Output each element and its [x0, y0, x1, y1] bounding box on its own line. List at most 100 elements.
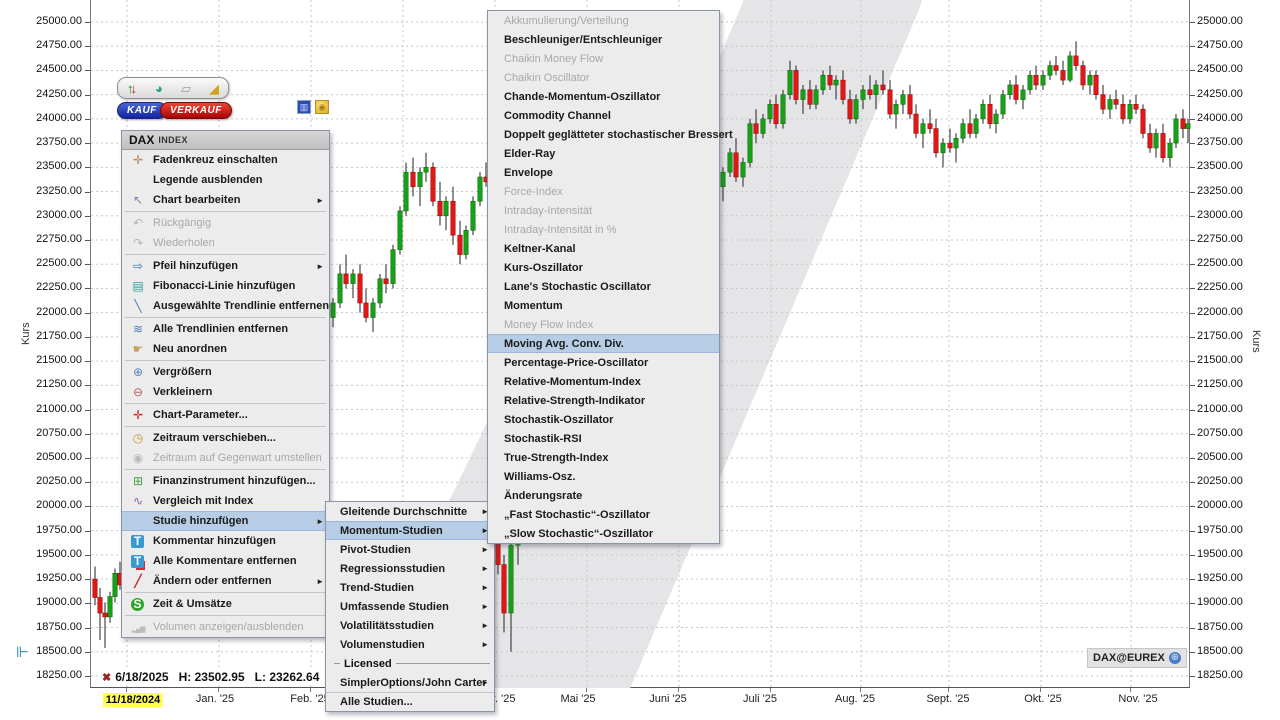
menu-item[interactable]: Kurs-Oszillator [488, 258, 719, 277]
y-tick-label: 23750.00 [2, 136, 82, 148]
menu-item[interactable]: Pfeil hinzufügen► [122, 256, 329, 276]
trendlines-remove-icon [127, 323, 149, 335]
x-axis-label: Sept. '25 [926, 693, 969, 705]
menu-item[interactable]: Stochastik-Oszillator [488, 410, 719, 429]
menu-item[interactable]: Percentage-Price-Oscillator [488, 353, 719, 372]
menu-item-label: True-Strength-Index [504, 452, 609, 464]
menu-item-label: Relative-Strength-Indikator [504, 395, 645, 407]
context-menu-subtitle: INDEX [158, 135, 188, 145]
y-tick-label: 22000.00 [2, 306, 82, 318]
menu-item[interactable]: Finanzinstrument hinzufügen... [122, 471, 329, 491]
y-tick-mark [1190, 676, 1195, 677]
menu-item[interactable]: Doppelt geglätteter stochastischer Bress… [488, 125, 719, 144]
menu-item[interactable]: Ausgewählte Trendlinie entfernen [122, 296, 329, 316]
menu-item[interactable]: Envelope [488, 163, 719, 182]
menu-item[interactable]: Momentum [488, 296, 719, 315]
menu-item[interactable]: Alle Kommentare entfernen [122, 551, 329, 571]
menu-item[interactable]: Chande-Momentum-Oszillator [488, 87, 719, 106]
menu-item[interactable]: Momentum-Studien► [326, 521, 494, 540]
chart-window: ✖6/18/2025H: 23502.95L: 23262.64 25000.0… [0, 0, 1280, 720]
y-tick-label: 23250.00 [2, 185, 82, 197]
x-axis-label: Mai '25 [560, 693, 595, 705]
menu-item[interactable]: Stochastik-RSI [488, 429, 719, 448]
menu-item[interactable]: Kommentar hinzufügen [122, 531, 329, 551]
menu-item-label: Keltner-Kanal [504, 243, 576, 255]
instrument-badge[interactable]: DAX@EUREX ⊕ [1087, 648, 1187, 668]
y-tick-label: 21250.00 [1197, 378, 1243, 390]
menu-item-label: Beschleuniger/Entschleuniger [504, 34, 662, 46]
menu-item[interactable]: Moving Avg. Conv. Div. [488, 334, 719, 353]
coin-icon[interactable]: ◉ [315, 100, 329, 114]
menu-item[interactable]: Relative-Strength-Indikator [488, 391, 719, 410]
menu-item[interactable]: Verkleinern [122, 382, 329, 402]
menu-item[interactable]: Zeitraum verschieben... [122, 428, 329, 448]
status-low: L: 23262.64 [255, 670, 320, 684]
close-icon[interactable]: ✖ [102, 672, 111, 684]
menu-item[interactable]: Volumenstudien► [326, 635, 494, 654]
menu-item[interactable]: Fibonacci-Linie hinzufügen [122, 276, 329, 296]
menu-item[interactable]: Rückgängig [122, 213, 329, 233]
y-tick-label: 25000.00 [1197, 15, 1243, 27]
y-tick-label: 22000.00 [1197, 306, 1243, 318]
menu-item[interactable]: Volumen anzeigen/ausblenden [122, 617, 329, 637]
menu-item[interactable]: Volatilitätsstudien► [326, 616, 494, 635]
menu-item[interactable]: Force-Index [488, 182, 719, 201]
menu-item[interactable]: Chart-Parameter... [122, 405, 329, 425]
menu-item[interactable]: Beschleuniger/Entschleuniger [488, 30, 719, 49]
y-tick-mark [85, 361, 90, 362]
menu-item[interactable]: Vergrößern [122, 362, 329, 382]
eraser-icon[interactable]: ▱ [181, 82, 191, 95]
y-tick-mark [85, 506, 90, 507]
menu-item[interactable]: Lane's Stochastic Oscillator [488, 277, 719, 296]
price-arrows-icon[interactable]: ↑↓ [127, 82, 137, 95]
y-tick-label: 22500.00 [2, 257, 82, 269]
globe-icon[interactable]: ◕ [155, 82, 163, 95]
menu-item[interactable]: Umfassende Studien► [326, 597, 494, 616]
menu-item-label: Wiederholen [153, 237, 215, 249]
menu-item[interactable]: Alle Studien... [326, 692, 494, 711]
sell-button[interactable]: VERKAUF [160, 102, 232, 119]
menu-item[interactable]: Chart bearbeiten► [122, 190, 329, 210]
menu-separator [125, 403, 326, 404]
menu-item[interactable]: Gleitende Durchschnitte► [326, 502, 494, 521]
menu-item[interactable]: Änderungsrate [488, 486, 719, 505]
menu-item[interactable]: Zeitraum auf Gegenwart umstellen [122, 448, 329, 468]
menu-item-label: Fadenkreuz einschalten [153, 154, 278, 166]
y-tick-mark [1190, 167, 1195, 168]
chart-settings-icon[interactable]: ▥ [297, 100, 311, 114]
menu-item[interactable]: Akkumulierung/Verteilung [488, 11, 719, 30]
menu-item-label: Vergrößern [153, 366, 212, 378]
y-tick-mark [85, 579, 90, 580]
menu-item[interactable]: Legende ausblenden [122, 170, 329, 190]
drawing-tool-icon[interactable]: ⊩ [16, 643, 29, 661]
menu-item[interactable]: True-Strength-Index [488, 448, 719, 467]
menu-item[interactable]: Trend-Studien► [326, 578, 494, 597]
menu-item[interactable]: Commodity Channel [488, 106, 719, 125]
brush-icon[interactable]: ◢ [209, 82, 219, 95]
menu-item[interactable]: Money Flow Index [488, 315, 719, 334]
menu-item[interactable]: Relative-Momentum-Index [488, 372, 719, 391]
menu-item[interactable]: Ändern oder entfernen► [122, 571, 329, 591]
menu-item[interactable]: Regressionsstudien► [326, 559, 494, 578]
menu-item[interactable]: „Fast Stochastic“-Oszillator [488, 505, 719, 524]
menu-item[interactable]: Neu anordnen [122, 339, 329, 359]
menu-item[interactable]: Intraday-Intensität [488, 201, 719, 220]
y-tick-mark [1190, 482, 1195, 483]
menu-item[interactable]: Alle Trendlinien entfernen [122, 319, 329, 339]
menu-item[interactable]: Intraday-Intensität in % [488, 220, 719, 239]
menu-item[interactable]: Wiederholen [122, 233, 329, 253]
menu-item[interactable]: Fadenkreuz einschalten [122, 150, 329, 170]
menu-item[interactable]: Chaikin Money Flow [488, 49, 719, 68]
menu-item[interactable]: Pivot-Studien► [326, 540, 494, 559]
menu-item[interactable]: Elder-Ray [488, 144, 719, 163]
menu-item[interactable]: „Slow Stochastic“-Oszillator [488, 524, 719, 543]
menu-item[interactable]: Williams-Osz. [488, 467, 719, 486]
menu-item[interactable]: Vergleich mit Index [122, 491, 329, 511]
menu-item[interactable]: Keltner-Kanal [488, 239, 719, 258]
menu-item[interactable]: Studie hinzufügen► [122, 511, 329, 531]
y-tick-mark [85, 119, 90, 120]
menu-item[interactable]: Chaikin Oscillator [488, 68, 719, 87]
menu-item[interactable]: SimplerOptions/John Carter► [326, 673, 494, 692]
y-tick-label: 20250.00 [1197, 475, 1243, 487]
menu-item[interactable]: Zeit & Umsätze [122, 594, 329, 614]
